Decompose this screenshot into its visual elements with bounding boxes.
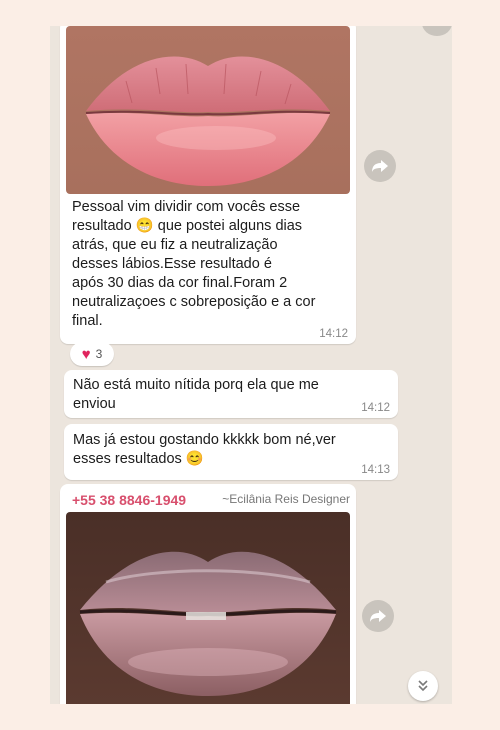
lips-photo-before[interactable]	[66, 26, 350, 194]
heart-icon: ♥	[81, 345, 91, 363]
chat-area[interactable]: Pessoal vim dividir com vocês esse resul…	[50, 26, 452, 704]
message-time: 14:12	[361, 402, 390, 414]
forward-button[interactable]	[362, 600, 394, 632]
sender-name: ~Ecilânia Reis Designer	[222, 492, 350, 506]
forward-button[interactable]	[364, 150, 396, 182]
lips-photo-after[interactable]	[66, 512, 350, 704]
lips-image	[66, 512, 350, 704]
scroll-to-bottom-button[interactable]	[408, 671, 438, 701]
message-text: Pessoal vim dividir com vocês esse resul…	[72, 199, 316, 329]
message-time: 14:12	[319, 328, 348, 340]
reaction-count: 3	[95, 347, 103, 361]
forward-arrow-icon	[370, 610, 386, 622]
double-chevron-down-icon	[418, 680, 428, 692]
text-message-bubble[interactable]: Não está muito nítida porq ela que me en…	[64, 370, 398, 418]
menu-button[interactable]	[422, 26, 452, 36]
reaction-badge[interactable]: ♥ 3	[70, 342, 114, 366]
sender-phone[interactable]: +55 38 8846-1949	[72, 492, 186, 508]
message-text: Mas já estou gostando kkkkk bom né,ver e…	[73, 432, 336, 467]
message-time: 14:13	[361, 464, 390, 476]
lips-image	[66, 26, 350, 194]
image-message-bubble[interactable]: Pessoal vim dividir com vocês esse resul…	[60, 26, 356, 344]
text-message-bubble[interactable]: Mas já estou gostando kkkkk bom né,ver e…	[64, 424, 398, 480]
forward-arrow-icon	[372, 160, 388, 172]
message-text: Não está muito nítida porq ela que me en…	[73, 377, 319, 412]
